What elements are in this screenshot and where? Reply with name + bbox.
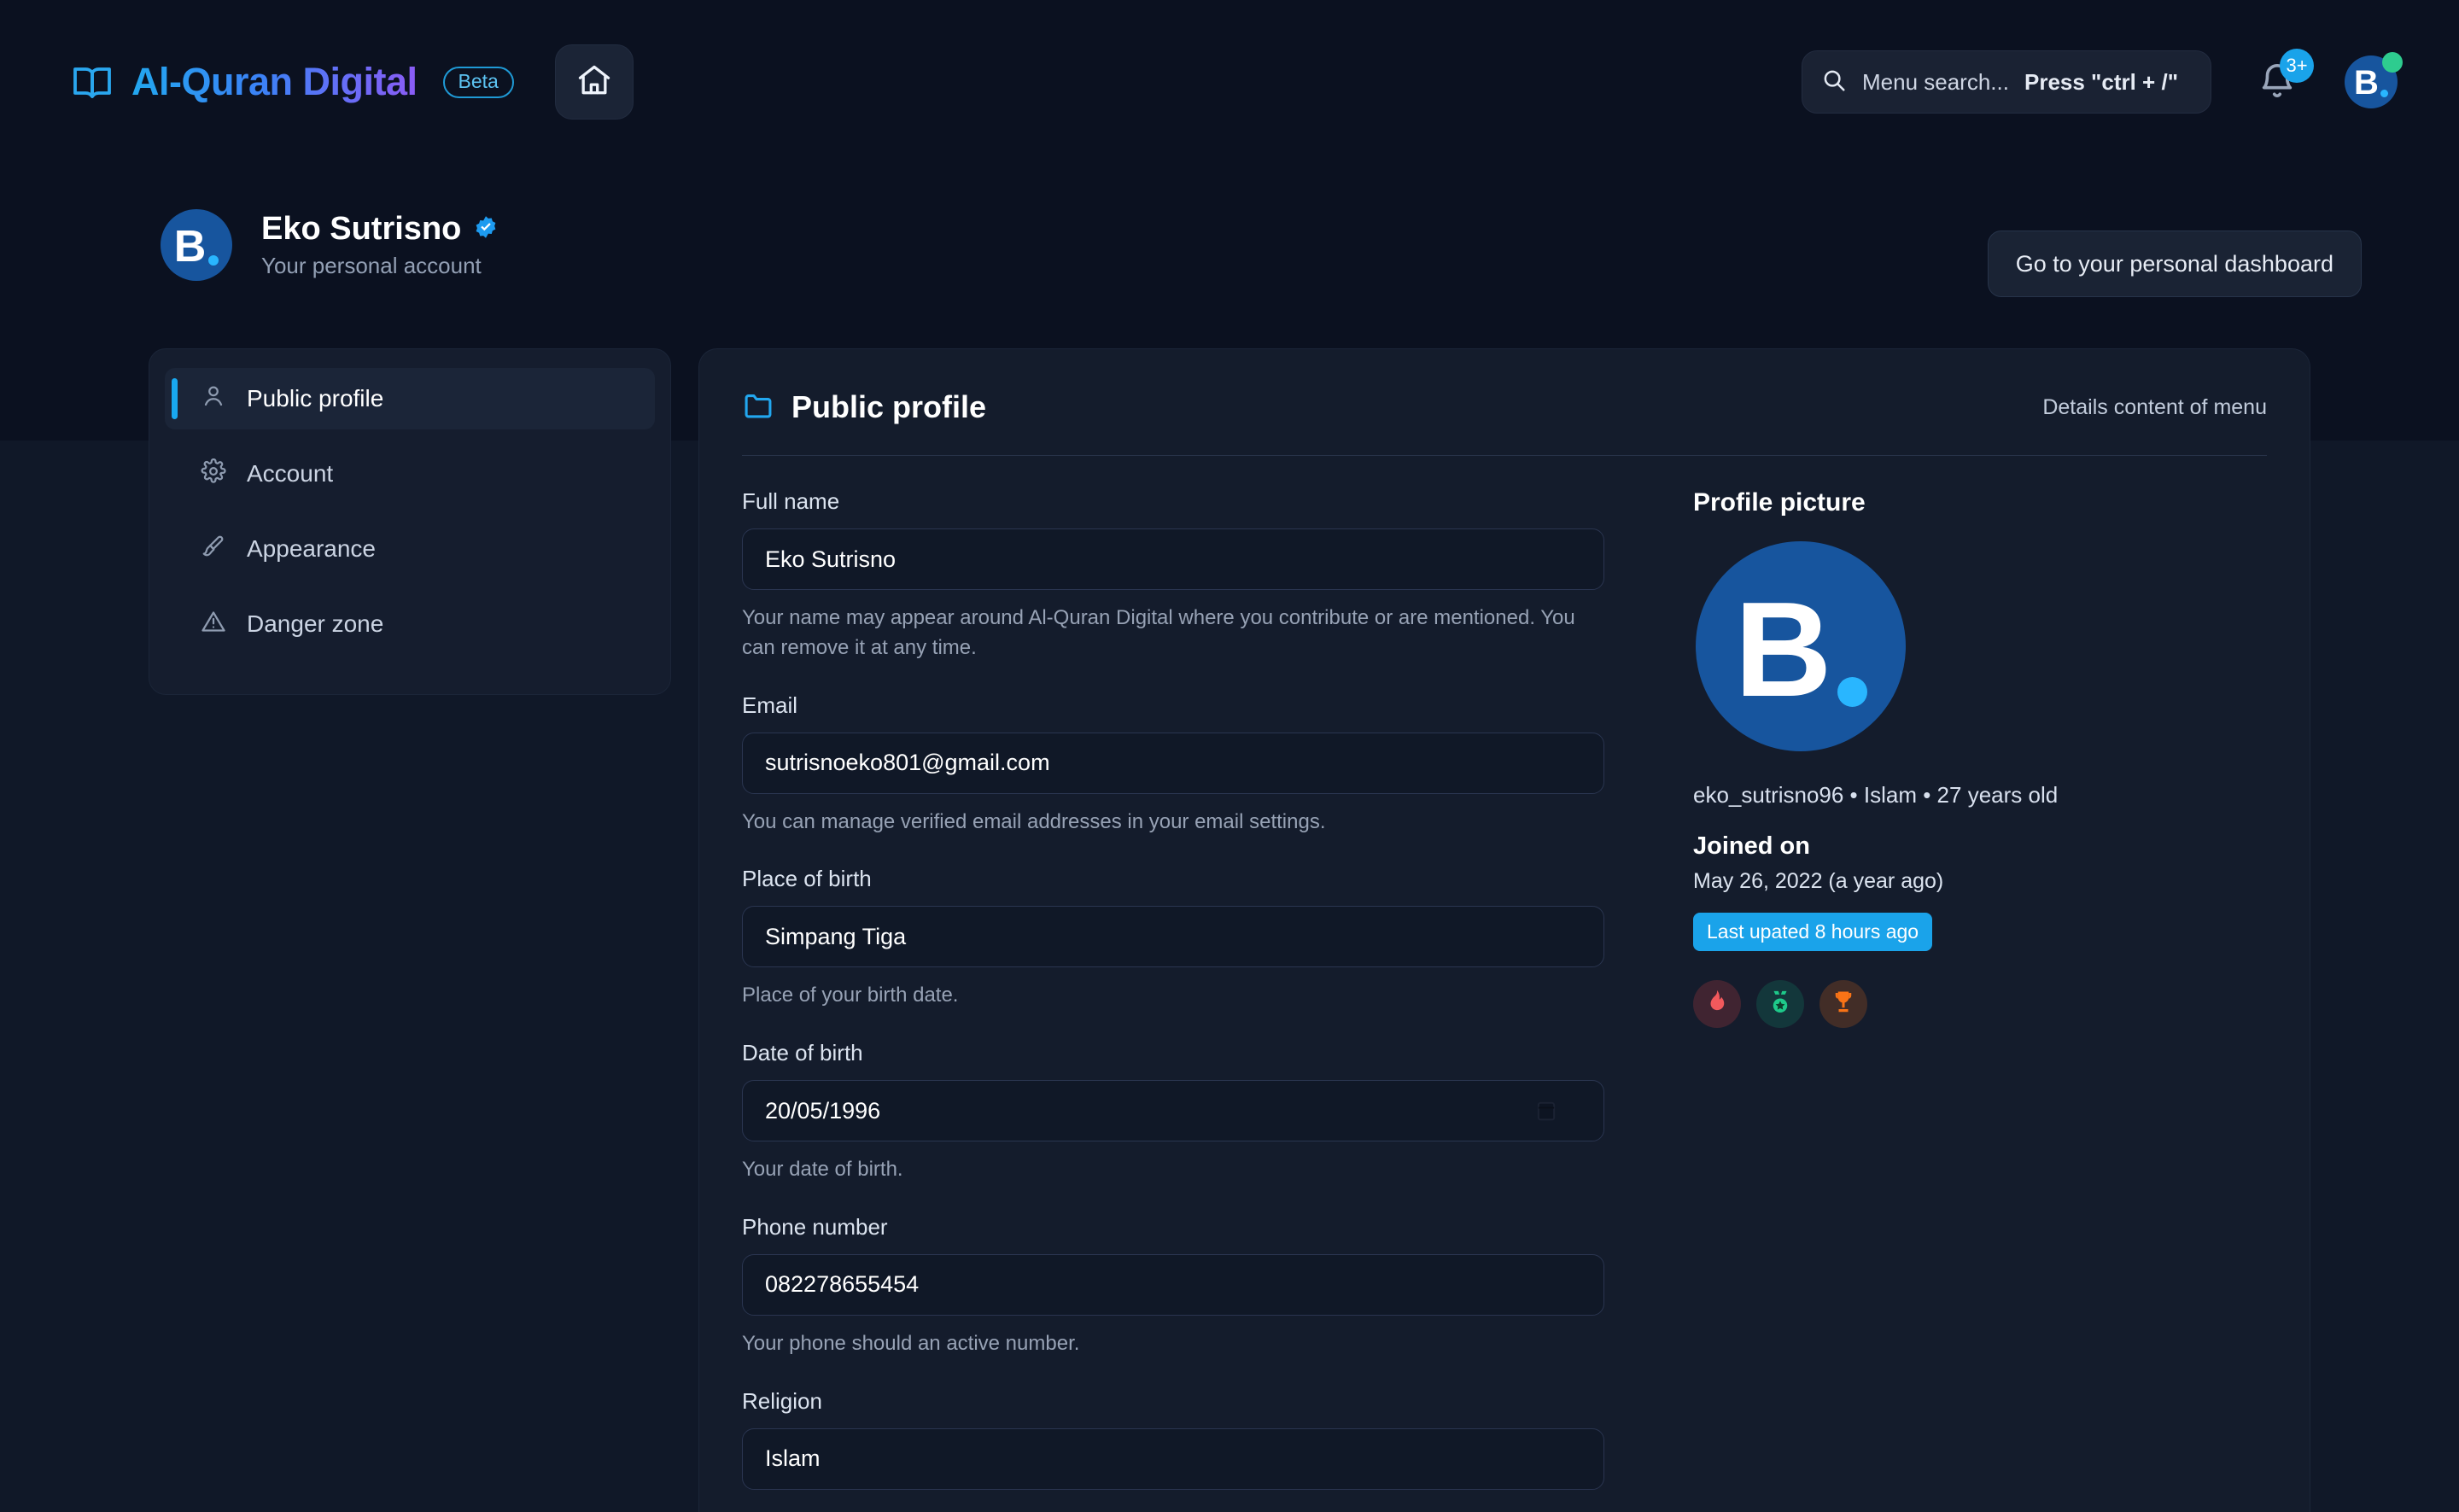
panel-columns: Full name Eko Sutrisno Your name may app… bbox=[699, 456, 2310, 1512]
brush-icon bbox=[201, 534, 226, 565]
bell-icon bbox=[2257, 64, 2297, 106]
date-of-birth-input[interactable]: 20/05/1996 bbox=[742, 1080, 1604, 1142]
notification-count-badge: 3+ bbox=[2280, 49, 2314, 83]
field-label: Phone number bbox=[742, 1213, 888, 1240]
brand-logo[interactable]: Al-Quran Digital Beta bbox=[70, 60, 514, 104]
field-hint: You can manage verified email addresses … bbox=[742, 809, 1326, 833]
main-panel-header: Public profile Details content of menu bbox=[699, 366, 2310, 448]
field-email: Email sutrisnoeko801@gmail.com You can m… bbox=[742, 692, 1604, 838]
app-root: Al-Quran Digital Beta Menu search... Pre… bbox=[0, 0, 2459, 1512]
sidebar-item-label: Public profile bbox=[247, 385, 384, 412]
field-hint: Place of your birth date. bbox=[742, 984, 959, 1007]
trophy-badge[interactable] bbox=[1819, 980, 1867, 1028]
field-place-of-birth: Place of birth Simpang Tiga Place of you… bbox=[742, 866, 1604, 1011]
date-value: 20/05/1996 bbox=[765, 1097, 881, 1124]
trophy-icon bbox=[1832, 990, 1854, 1019]
profile-form: Full name Eko Sutrisno Your name may app… bbox=[742, 488, 1604, 1512]
user-icon bbox=[201, 383, 226, 415]
place-of-birth-input[interactable]: Simpang Tiga bbox=[742, 906, 1604, 968]
folder-icon bbox=[742, 391, 774, 424]
sidebar-item-account[interactable]: Account bbox=[165, 443, 655, 505]
page-title-group: Public profile bbox=[742, 389, 986, 425]
medal-icon bbox=[1769, 990, 1791, 1019]
field-hint: Your date of birth. bbox=[742, 1158, 903, 1182]
email-field[interactable]: sutrisnoeko801@gmail.com bbox=[742, 732, 1604, 794]
calendar-icon[interactable] bbox=[1537, 1100, 1556, 1122]
profile-subtitle: Your personal account bbox=[261, 253, 482, 278]
personal-dashboard-button[interactable]: Go to your personal dashboard bbox=[1987, 231, 2362, 297]
field-label: Place of birth bbox=[742, 866, 872, 892]
top-bar-right: Menu search... Press "ctrl + /" 3+ B bbox=[1802, 49, 2403, 114]
field-label: Religion bbox=[742, 1387, 822, 1414]
joined-on-title: Joined on bbox=[1693, 832, 1810, 860]
religion-input[interactable]: Islam bbox=[742, 1427, 1604, 1490]
details-label: Details content of menu bbox=[2042, 394, 2267, 419]
avatar-letter: B bbox=[173, 221, 207, 271]
field-hint: Your name may appear around Al-Quran Dig… bbox=[742, 606, 1575, 659]
field-label: Date of birth bbox=[742, 1040, 863, 1066]
sidebar-item-public-profile[interactable]: Public profile bbox=[165, 368, 655, 429]
profile-name-row: Eko Sutrisno bbox=[261, 211, 499, 248]
sidebar-item-label: Account bbox=[247, 460, 334, 487]
avatar-dot bbox=[2380, 90, 2388, 97]
profile-header: B Eko Sutrisno Your personal account bbox=[161, 209, 499, 281]
field-date-of-birth: Date of birth 20/05/1996 Your date of bi… bbox=[742, 1040, 1604, 1185]
flame-icon bbox=[1706, 990, 1728, 1019]
warning-triangle-icon bbox=[201, 609, 226, 640]
page-title: Public profile bbox=[791, 389, 987, 424]
sidebar-item-label: Appearance bbox=[247, 535, 377, 562]
phone-number-input[interactable]: 082278655454 bbox=[742, 1253, 1604, 1316]
avatar-letter: B bbox=[2354, 64, 2379, 102]
sidebar-item-danger-zone[interactable]: Danger zone bbox=[165, 593, 655, 655]
book-icon bbox=[70, 63, 114, 101]
avatar-letter: B bbox=[1734, 575, 1832, 725]
profile-header-text: Eko Sutrisno Your personal account bbox=[261, 211, 499, 279]
profile-meta: eko_sutrisno96 • Islam • 27 years old bbox=[1693, 782, 2059, 808]
gear-icon bbox=[201, 458, 226, 490]
settings-menu: Public profile Account Appearance Danger… bbox=[149, 348, 671, 695]
sidebar-item-label: Danger zone bbox=[247, 610, 384, 637]
search-placeholder: Menu search... bbox=[1862, 68, 2009, 95]
achievement-badges bbox=[1693, 980, 2267, 1028]
search-input[interactable]: Menu search... Press "ctrl + /" bbox=[1802, 50, 2211, 114]
profile-header-avatar[interactable]: B bbox=[161, 209, 232, 281]
top-bar: Al-Quran Digital Beta Menu search... Pre… bbox=[0, 0, 2459, 164]
user-avatar-button[interactable]: B bbox=[2345, 52, 2403, 108]
joined-on-date: May 26, 2022 (a year ago) bbox=[1693, 869, 1944, 893]
field-full-name: Full name Eko Sutrisno Your name may app… bbox=[742, 488, 1604, 663]
field-hint: Your phone should an active number. bbox=[742, 1331, 1080, 1355]
verified-badge-icon bbox=[473, 214, 499, 244]
beta-badge: Beta bbox=[442, 66, 514, 98]
avatar-dot bbox=[1837, 677, 1867, 707]
field-label: Email bbox=[742, 692, 798, 718]
online-status-dot bbox=[2382, 52, 2403, 73]
search-shortcut-hint: Press "ctrl + /" bbox=[2024, 68, 2179, 95]
profile-picture[interactable]: B bbox=[1696, 541, 1906, 751]
profile-picture-title: Profile picture bbox=[1693, 488, 1866, 517]
brand-title: Al-Quran Digital bbox=[131, 60, 418, 103]
profile-side-panel: Profile picture B eko_sutrisno96 • Islam… bbox=[1604, 488, 2267, 1512]
flame-badge[interactable] bbox=[1693, 980, 1741, 1028]
field-religion: Religion Islam bbox=[742, 1388, 1604, 1490]
home-icon bbox=[575, 61, 614, 103]
notifications-button[interactable]: 3+ bbox=[2257, 49, 2314, 106]
full-name-input[interactable]: Eko Sutrisno bbox=[742, 528, 1604, 590]
field-phone-number: Phone number 082278655454 Your phone sho… bbox=[742, 1214, 1604, 1359]
field-label: Full name bbox=[742, 488, 840, 514]
main-panel: Public profile Details content of menu F… bbox=[698, 348, 2310, 1512]
home-button[interactable] bbox=[554, 44, 634, 120]
avatar-dot bbox=[208, 255, 219, 266]
sidebar-item-appearance[interactable]: Appearance bbox=[165, 518, 655, 580]
medal-badge[interactable] bbox=[1756, 980, 1804, 1028]
active-indicator bbox=[172, 378, 178, 419]
profile-name: Eko Sutrisno bbox=[261, 211, 462, 247]
search-icon bbox=[1821, 67, 1847, 97]
last-updated-badge: Last upated 8 hours ago bbox=[1693, 913, 1933, 951]
